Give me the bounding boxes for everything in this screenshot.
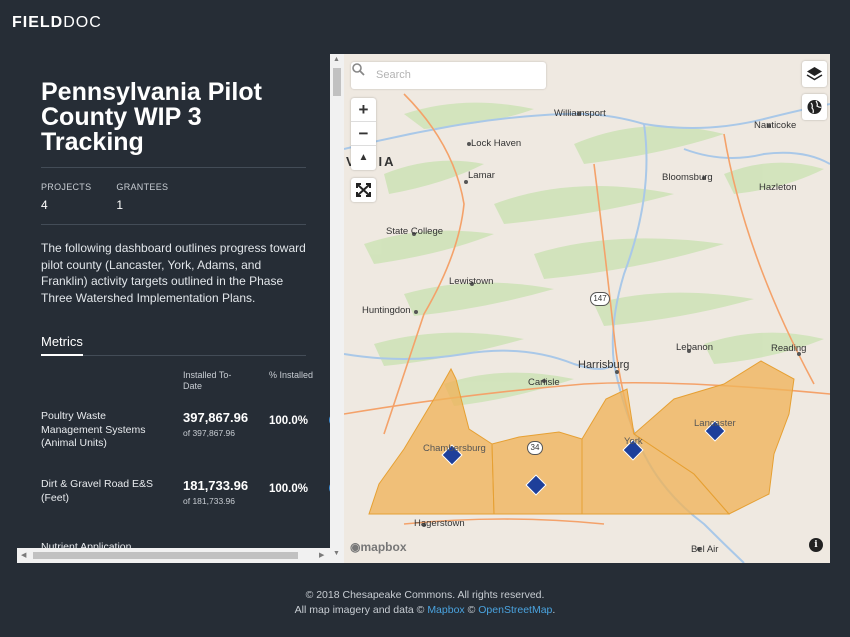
globe-icon [807,100,822,114]
mapbox-link[interactable]: Mapbox [427,604,464,616]
metric-installed-value: 397,867.96 [183,410,249,425]
map-place-label: Williamsport [554,108,606,119]
metric-percent: 100.0% [269,483,309,495]
search-input[interactable]: Search [376,69,411,81]
metric-row[interactable]: Poultry Waste Management Systems (Animal… [41,410,330,478]
scroll-right-icon[interactable]: ▶ [319,551,324,559]
map-place-label: Hagerstown [414,518,465,529]
scroll-left-icon[interactable]: ◀ [21,551,26,559]
metric-row[interactable]: Dirt & Gravel Road E&S (Feet) 181,733.96… [41,478,330,546]
scroll-up-icon[interactable]: ▲ [333,56,340,63]
openstreetmap-link[interactable]: OpenStreetMap [478,604,552,616]
map-place-label: Bel Air [691,544,719,555]
map-place-label: Carlisle [528,377,560,388]
mapbox-logo[interactable]: ◉mapbox [350,540,407,554]
compass-button[interactable]: ▲ [351,146,376,170]
metric-name: Dirt & Gravel Road E&S (Feet) [41,478,154,504]
layers-icon [806,67,823,81]
scrollbar-thumb[interactable] [333,68,341,96]
stat-grantees: GRANTEES 1 [116,182,168,212]
metric-target: of 397,867.96 [183,428,235,438]
info-icon[interactable]: i [809,538,823,552]
route-shield: 147 [590,292,610,306]
map-place-label: Reading [771,343,807,354]
map-place-label: York [624,436,643,447]
stat-label: PROJECTS [41,182,92,192]
map-place-label: Lock Haven [471,138,522,149]
sidebar: Pennsylvania Pilot County WIP 3 Tracking… [17,54,330,563]
dashboard-description: The following dashboard outlines progres… [41,241,306,305]
stat-value: 1 [116,198,124,212]
stats-row: PROJECTS 4 GRANTEES 1 [41,182,306,212]
map-place-label: Lewistown [449,276,494,287]
map-place-label: Lamar [468,170,495,181]
zoom-out-button[interactable]: − [351,122,376,146]
map-place-label: Lancaster [694,418,736,429]
metrics-header: Installed To-Date % Installed [41,366,313,410]
metric-target: of 181,733.96 [183,496,235,506]
top-bar: FIELDDOC [0,0,850,50]
vertical-scrollbar[interactable]: ▲ ▼ [330,54,344,563]
column-header-installed: Installed To-Date [183,370,232,391]
divider [41,224,306,225]
zoom-in-button[interactable]: + [351,98,376,122]
map-place-label: State College [386,226,444,237]
map-place-label: Lebanon [676,342,713,353]
horizontal-scrollbar[interactable]: ◀ ▶ [17,548,330,563]
tab-metrics[interactable]: Metrics [41,334,83,356]
page-title: Pennsylvania Pilot County WIP 3 Tracking [41,78,262,156]
stat-projects: PROJECTS 4 [41,182,91,212]
map-view[interactable]: VANIA Williamsport Lock Haven Nanticoke … [344,54,830,563]
fullscreen-icon [356,183,371,197]
stat-value: 4 [41,198,48,212]
map-place-label: Harrisburg [578,359,630,371]
map-place-label: Nanticoke [754,120,797,131]
map-place-label: Huntingdon [362,305,411,316]
search-icon [352,63,365,76]
scroll-down-icon[interactable]: ▼ [333,550,340,557]
fielddoc-logo[interactable]: FIELDDOC [12,14,102,32]
basemap-button[interactable] [802,94,827,120]
fullscreen-button[interactable] [351,178,376,202]
footer: © 2018 Chesapeake Commons. All rights re… [0,588,850,618]
dashboard-panel: Pennsylvania Pilot County WIP 3 Tracking… [17,54,830,563]
scrollbar-thumb[interactable] [33,552,298,559]
map-place-label: Bloomsburg [662,172,713,183]
metric-percent: 100.0% [269,415,309,427]
metric-name: Poultry Waste Management Systems (Animal… [41,410,146,449]
zoom-control: + − ▲ [351,98,376,170]
layers-button[interactable] [802,61,827,87]
map-place-label: Hazleton [759,182,797,193]
column-header-percent: % Installed [269,370,314,380]
map-search[interactable]: Search [351,62,546,89]
map-place-label: Chambersburg [423,443,486,454]
metric-installed-value: 181,733.96 [183,478,249,493]
mapbox-logo-icon: ◉ [350,540,361,554]
copyright: © 2018 Chesapeake Commons. All rights re… [305,589,545,601]
route-shield: 34 [527,441,543,455]
stat-label: GRANTEES [116,182,169,192]
divider [41,167,306,168]
attribution: All map imagery and data © Mapbox © Open… [294,604,556,616]
